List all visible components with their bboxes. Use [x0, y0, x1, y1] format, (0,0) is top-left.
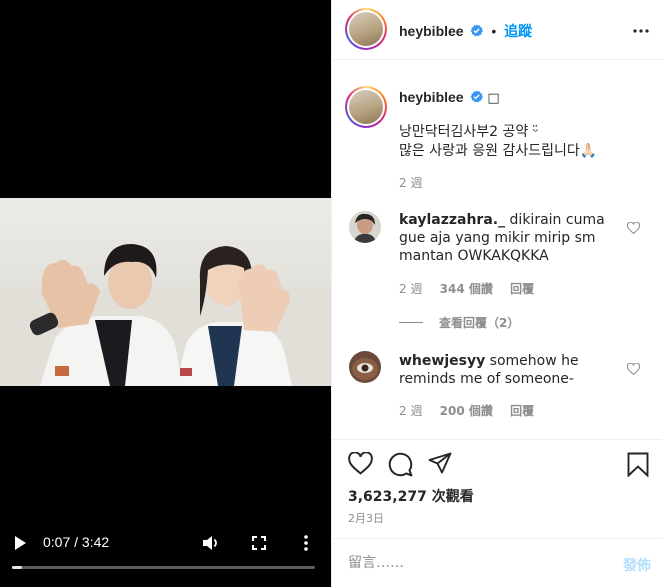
add-comment-bar: 發佈 — [332, 538, 662, 587]
video-still — [0, 198, 331, 386]
more-vertical-icon — [304, 535, 308, 551]
video-player[interactable]: 0:07 / 3:42 — [0, 0, 331, 587]
bookmark-icon — [627, 452, 649, 478]
comment-username[interactable]: kaylazzahra._ — [399, 212, 505, 228]
heart-icon — [626, 362, 641, 376]
caption-age[interactable]: 2 週 — [399, 174, 422, 191]
play-icon — [15, 536, 26, 550]
fullscreen-button[interactable] — [249, 533, 269, 553]
time-separator: / — [74, 534, 79, 550]
video-frame[interactable] — [0, 198, 331, 386]
share-button[interactable] — [428, 452, 452, 477]
comment-avatar[interactable] — [349, 351, 381, 383]
post-header: heybiblee • 追蹤 — [332, 0, 662, 60]
save-button[interactable] — [627, 452, 649, 480]
comment-meta: 2 週 200 個讚 回覆 — [399, 402, 547, 419]
comment-age[interactable]: 2 週 — [399, 404, 422, 418]
video-controls: 0:07 / 3:42 — [0, 528, 331, 558]
more-horizontal-icon — [633, 29, 649, 33]
caption-glyph: □ — [487, 91, 500, 106]
caption-avatar[interactable] — [345, 86, 387, 128]
username-link[interactable]: heybiblee — [399, 23, 464, 39]
avatar[interactable] — [345, 8, 387, 50]
caption-user: heybiblee □ — [399, 89, 500, 106]
post-more-button[interactable] — [633, 20, 649, 36]
divider — [399, 322, 423, 323]
comment-button[interactable] — [388, 452, 413, 480]
comment-reply-button[interactable]: 回覆 — [510, 282, 534, 296]
comment-username[interactable]: whewjesyy — [399, 353, 485, 369]
volume-icon — [203, 536, 217, 550]
duration: 3:42 — [81, 534, 110, 550]
comment-icon — [388, 452, 413, 477]
view-replies-label: 查看回覆（2） — [439, 316, 520, 330]
progress-fill — [12, 566, 22, 569]
like-button[interactable] — [348, 451, 373, 478]
play-button[interactable] — [10, 533, 30, 553]
comment-meta: 2 週 344 個讚 回覆 — [399, 280, 547, 297]
post-date[interactable]: 2月3日 — [348, 510, 384, 526]
progress-bar[interactable] — [12, 566, 315, 569]
comment-likes[interactable]: 344 個讚 — [440, 282, 493, 296]
video-more-button[interactable] — [298, 533, 314, 553]
comment-avatar[interactable] — [349, 211, 381, 243]
fullscreen-icon — [252, 536, 266, 550]
verified-badge-icon — [471, 24, 484, 37]
comment-item: kaylazzahra._ dikirain cuma gue aja yang… — [399, 211, 621, 265]
caption-username[interactable]: heybiblee — [399, 89, 464, 105]
follow-button[interactable]: 追蹤 — [504, 23, 532, 39]
share-icon — [428, 452, 452, 474]
caption-line-2: 많은 사랑과 응원 감사드립니다🙏🏻 — [399, 143, 598, 159]
view-replies-button[interactable]: 查看回覆（2） — [399, 314, 519, 331]
header-bullet: • — [491, 23, 497, 39]
header-user: heybiblee • 追蹤 — [399, 21, 532, 41]
comment-like-button[interactable] — [626, 221, 641, 237]
heart-icon — [348, 451, 373, 475]
comment-reply-button[interactable]: 回覆 — [510, 404, 534, 418]
comment-input[interactable] — [348, 553, 588, 573]
view-count[interactable]: 3,623,277 次觀看 — [348, 486, 474, 506]
current-time: 0:07 — [43, 534, 71, 550]
comment-like-button[interactable] — [626, 362, 641, 378]
heart-icon — [626, 221, 641, 235]
comment-item: whewjesyy somehow he reminds me of someo… — [399, 352, 621, 388]
comment-age[interactable]: 2 週 — [399, 282, 422, 296]
post-actions: 3,623,277 次觀看 2月3日 — [332, 439, 662, 538]
caption-text: 낭만닥터김사부2 공약 ᵕ̈ 많은 사랑과 응원 감사드립니다🙏🏻 — [399, 123, 639, 161]
volume-button[interactable] — [200, 533, 222, 553]
time-display: 0:07 / 3:42 — [43, 534, 109, 550]
verified-badge-icon — [471, 90, 484, 103]
comment-likes[interactable]: 200 個讚 — [440, 404, 493, 418]
caption-line-1: 낭만닥터김사부2 공약 ᵕ̈ — [399, 124, 539, 140]
post-sidebar: heybiblee • 追蹤 heybiblee □ 낭만닥터김사부2 공약 ᵕ… — [331, 0, 662, 587]
post-comment-button[interactable]: 發佈 — [623, 555, 651, 575]
